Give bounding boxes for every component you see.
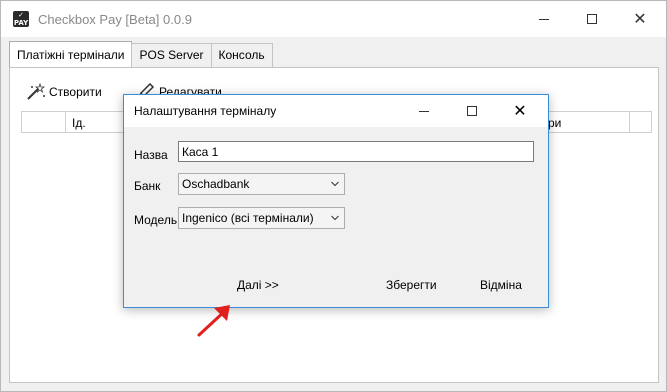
bank-label: Банк: [134, 179, 161, 193]
maximize-icon: [467, 106, 477, 116]
model-select[interactable]: Ingenico (всі термінали): [178, 207, 345, 229]
name-input[interactable]: [178, 141, 534, 162]
minimize-icon: [419, 110, 429, 112]
dialog-maximize-button[interactable]: [452, 95, 492, 127]
bank-select-value: Oschadbank: [182, 177, 250, 191]
model-label: Модель: [134, 213, 178, 227]
create-label: Створити: [49, 85, 102, 99]
next-button[interactable]: Далі >>: [237, 278, 279, 292]
chevron-down-icon: [331, 215, 339, 221]
terminal-settings-dialog: Налаштування терміналу ✕ Назва Банк Osch…: [123, 94, 549, 308]
tab-console[interactable]: Консоль: [210, 43, 273, 67]
save-button[interactable]: Зберегти: [386, 278, 437, 292]
cancel-button[interactable]: Відміна: [480, 278, 522, 292]
app-icon: ✓ PAY: [13, 11, 29, 27]
maximize-button[interactable]: [570, 1, 614, 37]
annotation-arrow-icon: [197, 305, 230, 337]
model-select-value: Ingenico (всі термінали): [182, 211, 314, 225]
dialog-minimize-button[interactable]: [404, 95, 444, 127]
minimize-icon: [539, 18, 549, 20]
grid-header-filler: [630, 112, 652, 132]
tab-payment-terminals[interactable]: Платіжні термінали: [9, 41, 133, 67]
tab-pos-server[interactable]: POS Server: [131, 43, 212, 67]
dialog-title: Налаштування терміналу: [134, 104, 277, 118]
dialog-title-bar: Налаштування терміналу ✕: [124, 95, 548, 127]
minimize-button[interactable]: [522, 1, 566, 37]
magic-wand-icon: [27, 83, 46, 100]
tab-strip: Платіжні термінали POS Server Консоль: [9, 41, 273, 67]
dialog-close-button[interactable]: ✕: [500, 95, 540, 127]
bank-select[interactable]: Oschadbank: [178, 173, 345, 195]
name-label: Назва: [134, 148, 168, 162]
close-icon: ✕: [513, 101, 527, 120]
chevron-down-icon: [331, 181, 339, 187]
grid-header-select[interactable]: [22, 112, 66, 132]
maximize-icon: [587, 14, 597, 24]
grid-header-partial[interactable]: ри: [542, 112, 630, 132]
window-title: Checkbox Pay [Beta] 0.0.9: [38, 12, 192, 27]
close-button[interactable]: ✕: [618, 1, 662, 37]
close-icon: ✕: [633, 9, 647, 28]
title-bar: ✓ PAY Checkbox Pay [Beta] 0.0.9 ✕: [1, 1, 666, 37]
create-button[interactable]: Створити: [25, 83, 102, 101]
